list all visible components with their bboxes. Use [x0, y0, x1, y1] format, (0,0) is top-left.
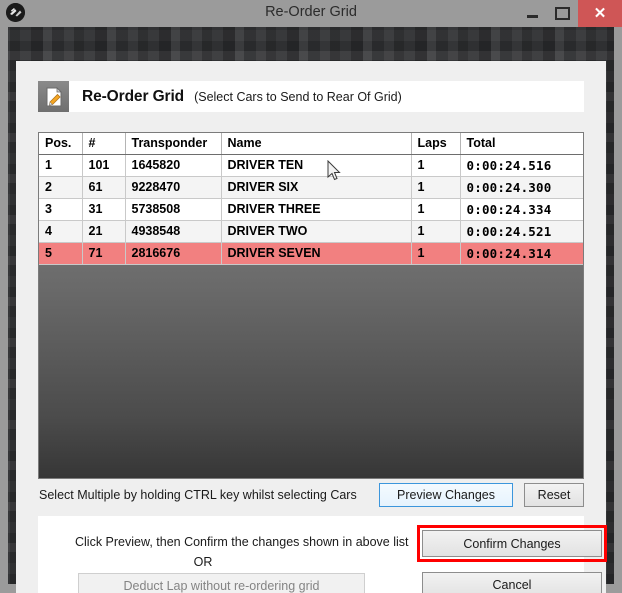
cell-transponder: 9228470 [125, 176, 222, 199]
cell-pos: 3 [39, 198, 83, 221]
cell-number: 101 [82, 154, 126, 177]
dialog-header: Re-Order Grid (Select Cars to Send to Re… [38, 81, 584, 112]
cell-total: 0:00:24.521 [460, 220, 583, 243]
cell-number: 71 [82, 242, 126, 265]
cell-total: 0:00:24.314 [460, 242, 583, 265]
or-label: OR [193, 555, 213, 569]
driver-grid-table: Pos. # Transponder Name Laps Total 1 101 [39, 133, 583, 265]
cell-name: DRIVER THREE [221, 198, 412, 221]
table-row[interactable]: 1 101 1645820 DRIVER TEN 1 0:00:24.516 [39, 154, 583, 177]
cell-total: 0:00:24.300 [460, 176, 583, 199]
cell-total: 0:00:24.516 [460, 154, 583, 177]
page-subtitle: (Select Cars to Send to Rear Of Grid) [194, 89, 402, 104]
cell-laps: 1 [411, 198, 461, 221]
close-button[interactable]: ✕ [578, 0, 622, 27]
table-row[interactable]: 3 31 5738508 DRIVER THREE 1 0:00:24.334 [39, 198, 583, 221]
column-header-pos[interactable]: Pos. [39, 133, 83, 155]
cell-laps: 1 [411, 242, 461, 265]
cell-pos: 1 [39, 154, 83, 177]
table-row[interactable]: 2 61 9228470 DRIVER SIX 1 0:00:24.300 [39, 176, 583, 199]
confirm-changes-button[interactable]: Confirm Changes [422, 530, 602, 557]
table-row[interactable]: 4 21 4938548 DRIVER TWO 1 0:00:24.521 [39, 220, 583, 243]
cell-transponder: 5738508 [125, 198, 222, 221]
column-header-laps[interactable]: Laps [411, 133, 461, 155]
cell-number: 61 [82, 176, 126, 199]
cell-laps: 1 [411, 220, 461, 243]
cell-laps: 1 [411, 176, 461, 199]
grid-header-row: Pos. # Transponder Name Laps Total [39, 133, 583, 155]
column-header-name[interactable]: Name [221, 133, 412, 155]
maximize-icon [554, 7, 570, 20]
grid-empty-area [39, 265, 583, 478]
close-icon: ✕ [593, 5, 607, 22]
window-titlebar: Re-Order Grid ✕ [0, 0, 622, 27]
dialog-client-area: Re-Order Grid (Select Cars to Send to Re… [16, 61, 607, 593]
cell-transponder: 1645820 [125, 154, 222, 177]
window-frame-texture: Re-Order Grid (Select Cars to Send to Re… [0, 27, 622, 593]
cell-total: 0:00:24.334 [460, 198, 583, 221]
application-window: Re-Order Grid ✕ Re-Order Grid (Select Ca… [0, 0, 622, 593]
cell-transponder: 2816676 [125, 242, 222, 265]
cancel-button[interactable]: Cancel [422, 572, 602, 593]
column-header-transponder[interactable]: Transponder [125, 133, 222, 155]
cell-pos: 5 [39, 242, 83, 265]
cell-pos: 2 [39, 176, 83, 199]
table-row-selected[interactable]: 5 71 2816676 DRIVER SEVEN 1 0:00:24.314 [39, 242, 583, 265]
document-pencil-icon [38, 81, 69, 112]
confirm-instruction: Click Preview, then Confirm the changes … [75, 535, 409, 549]
confirm-panel: Click Preview, then Confirm the changes … [38, 516, 607, 593]
deduct-lap-button[interactable]: Deduct Lap without re-ordering grid [78, 573, 365, 593]
page-title: Re-Order Grid [82, 87, 185, 105]
cell-laps: 1 [411, 154, 461, 177]
preview-changes-button[interactable]: Preview Changes [379, 483, 513, 507]
cell-number: 21 [82, 220, 126, 243]
reset-button[interactable]: Reset [524, 483, 584, 507]
cell-name: DRIVER TEN [221, 154, 412, 177]
minimize-icon [526, 15, 538, 18]
cell-pos: 4 [39, 220, 83, 243]
cell-transponder: 4938548 [125, 220, 222, 243]
column-header-number[interactable]: # [82, 133, 126, 155]
column-header-total[interactable]: Total [460, 133, 583, 155]
driver-grid[interactable]: Pos. # Transponder Name Laps Total 1 101 [38, 132, 584, 479]
cell-name: DRIVER SIX [221, 176, 412, 199]
multi-select-hint: Select Multiple by holding CTRL key whil… [39, 488, 357, 502]
cell-number: 31 [82, 198, 126, 221]
maximize-button[interactable] [548, 0, 576, 27]
minimize-button[interactable] [518, 0, 546, 27]
cell-name: DRIVER TWO [221, 220, 412, 243]
cell-name: DRIVER SEVEN [221, 242, 412, 265]
